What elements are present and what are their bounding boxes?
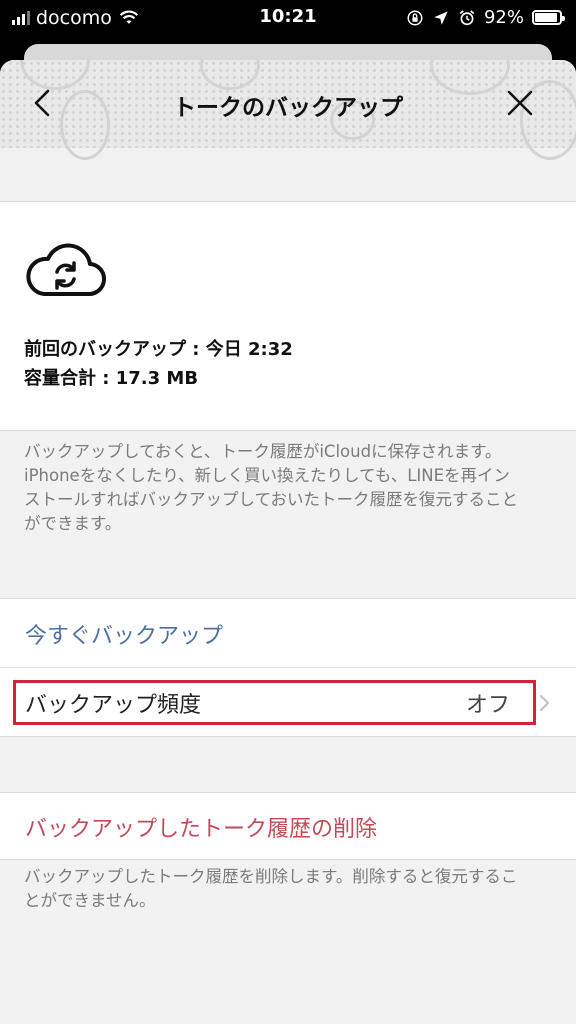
close-icon[interactable] xyxy=(503,86,537,120)
backup-frequency-value: オフ xyxy=(465,693,510,718)
total-size-text: 容量合計 : 17.3 MB xyxy=(24,368,199,389)
backup-info-card: 前回のバックアップ : 今日 2:32 容量合計 : 17.3 MB xyxy=(0,201,576,431)
location-icon xyxy=(434,10,448,25)
delete-note-text: バックアップしたトーク履歴を削除します。削除すると復元することができません。 xyxy=(24,867,518,910)
chevron-right-icon xyxy=(539,694,550,712)
battery-icon xyxy=(532,10,565,25)
delete-note: バックアップしたトーク履歴を削除します。削除すると復元することができません。 xyxy=(24,865,524,913)
backup-sheet: トークのバックアップ 前回のバックアップ : 今日 2:32 容量合計 : 17… xyxy=(0,60,576,1024)
delete-backup-label: バックアップしたトーク履歴の削除 xyxy=(25,817,378,842)
page-title: トークのバックアップ xyxy=(173,95,403,121)
battery-percent: 92% xyxy=(483,7,524,28)
header: トークのバックアップ xyxy=(0,60,576,160)
backup-frequency-label: バックアップ頻度 xyxy=(25,693,202,718)
status-right: 92% xyxy=(406,7,565,28)
last-backup-text: 前回のバックアップ : 今日 2:32 xyxy=(24,339,293,360)
delete-backup-button[interactable]: バックアップしたトーク履歴の削除 xyxy=(0,792,576,860)
battery-fill xyxy=(535,13,558,22)
cloud-sync-icon xyxy=(26,243,106,297)
alarm-icon xyxy=(459,9,475,25)
backup-now-button[interactable]: 今すぐバックアップ xyxy=(0,599,576,668)
backup-description: バックアップしておくと、トーク履歴がiCloudに保存されます。 iPhoneを… xyxy=(24,440,524,536)
backup-frequency-row[interactable]: バックアップ頻度 オフ xyxy=(0,668,576,737)
backup-now-label: 今すぐバックアップ xyxy=(25,624,224,649)
status-bar: docomo 10:21 92% xyxy=(0,0,576,36)
backup-options-list: 今すぐバックアップ バックアップ頻度 オフ xyxy=(0,598,576,737)
backup-description-text: バックアップしておくと、トーク履歴がiCloudに保存されます。 iPhoneを… xyxy=(24,442,519,533)
orientation-lock-icon xyxy=(407,10,423,25)
